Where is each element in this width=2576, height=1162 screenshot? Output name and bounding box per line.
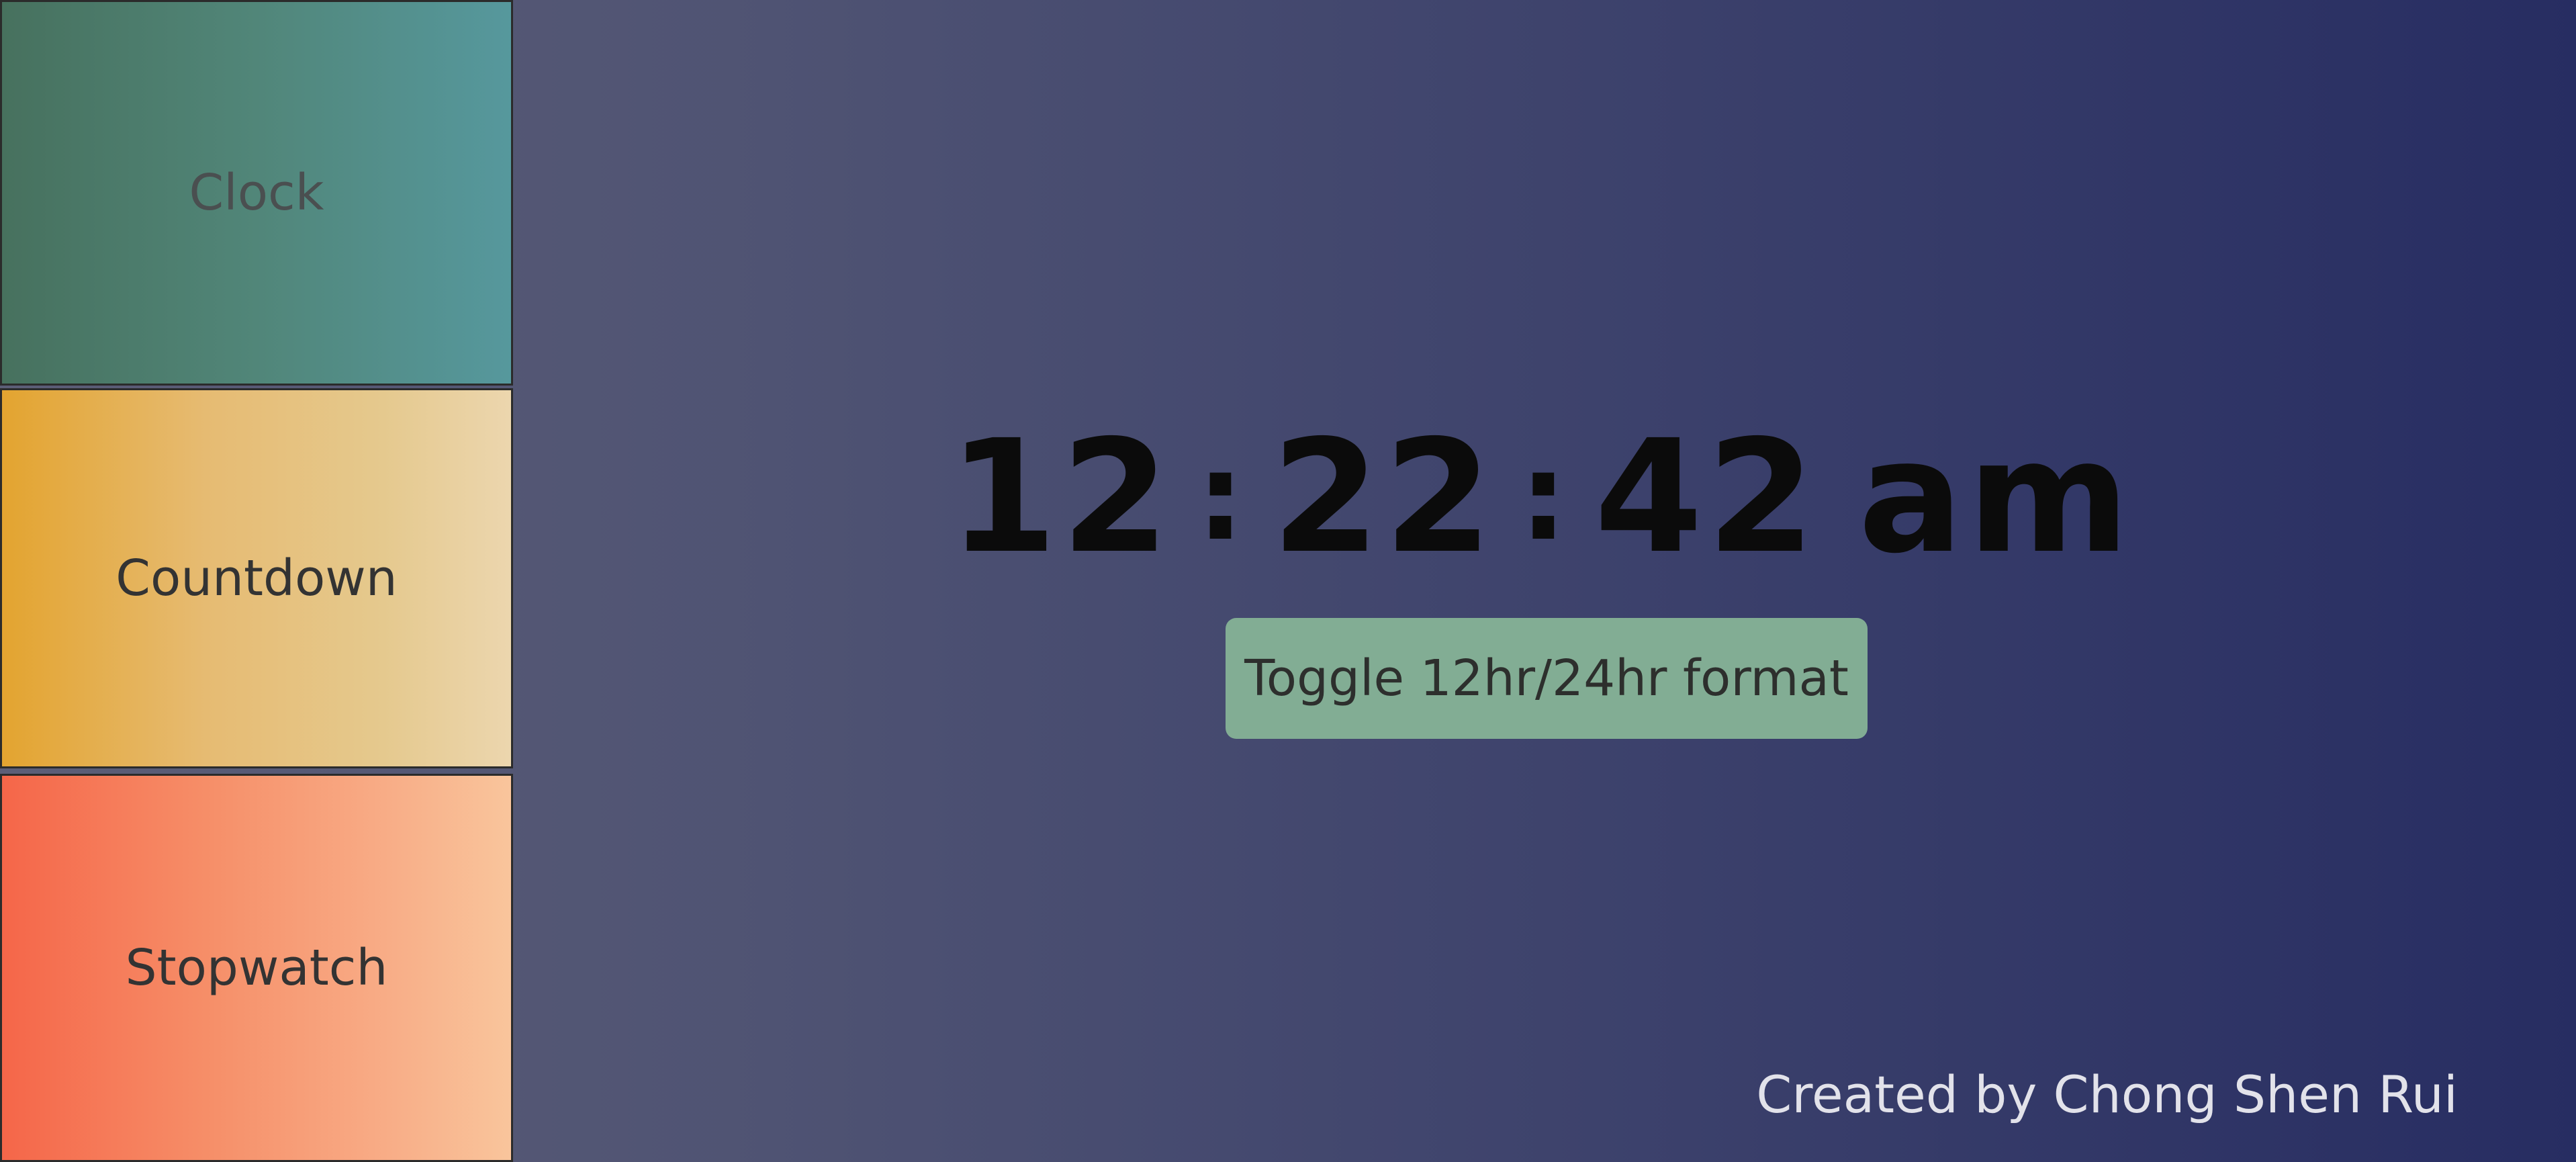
sidebar-item-stopwatch[interactable]: Stopwatch xyxy=(0,774,513,1162)
sidebar-item-countdown[interactable]: Countdown xyxy=(0,388,513,768)
clock-period: am xyxy=(1858,406,2134,588)
clock-display: 12 : 22 : 42 am xyxy=(920,406,2162,588)
footer-credit: Created by Chong Shen Rui xyxy=(1756,1065,2458,1124)
sidebar-item-label: Countdown xyxy=(116,549,398,607)
toggle-format-button[interactable]: Toggle 12hr/24hr format xyxy=(1226,618,1868,739)
sidebar-item-label: Clock xyxy=(189,164,324,222)
clock-separator: : xyxy=(1519,427,1572,568)
clock-hours: 12 xyxy=(948,406,1174,588)
clock-seconds: 42 xyxy=(1594,406,1820,588)
sidebar-item-clock[interactable]: Clock xyxy=(0,0,513,386)
sidebar-item-label: Stopwatch xyxy=(125,939,388,997)
clock-separator: : xyxy=(1196,427,1249,568)
clock-minutes: 22 xyxy=(1271,406,1497,588)
sidebar-nav: Clock Countdown Stopwatch xyxy=(0,0,516,1162)
